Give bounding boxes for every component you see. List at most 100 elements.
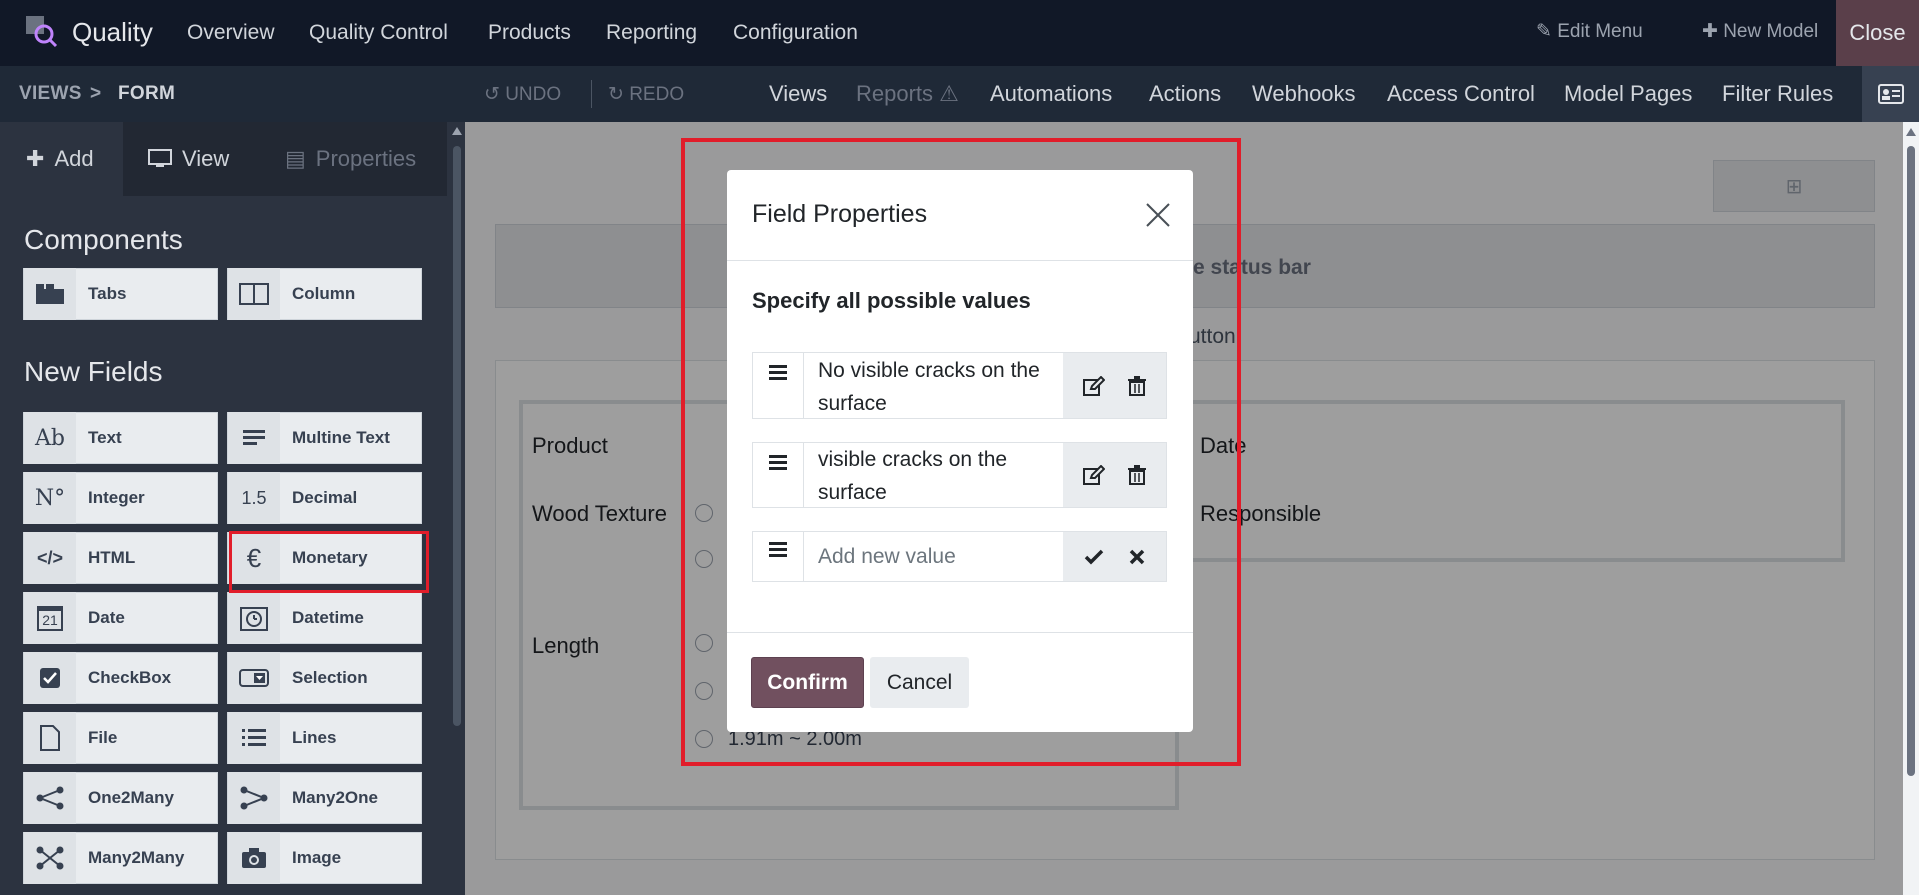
field-decimal[interactable]: 1.5 Decimal — [227, 472, 422, 524]
scroll-up-arrow-icon[interactable] — [1906, 128, 1916, 136]
sidebar-scrollbar[interactable] — [449, 122, 465, 895]
components-heading: Components — [24, 224, 183, 255]
model-info-button[interactable] — [1862, 66, 1919, 122]
field-date[interactable]: 21 Date — [23, 592, 218, 644]
field-many2one[interactable]: Many2One — [227, 772, 422, 824]
trash-icon[interactable] — [1128, 465, 1147, 485]
field-multiline-text[interactable]: Multine Text — [227, 412, 422, 464]
tab-model-pages[interactable]: Model Pages — [1564, 81, 1692, 107]
tab-automations[interactable]: Automations — [990, 81, 1112, 107]
field-image-label: Image — [292, 848, 342, 867]
field-one2many-label: One2Many — [88, 788, 174, 807]
new-value-input[interactable]: Add new value — [804, 532, 1063, 581]
column-icon — [228, 268, 280, 320]
tab-filter-rules[interactable]: Filter Rules — [1722, 81, 1833, 107]
menu-quality-control[interactable]: Quality Control — [309, 21, 448, 45]
drag-handle-icon[interactable] — [753, 353, 804, 418]
undo-button[interactable]: ↺ UNDO — [484, 83, 561, 106]
tab-views[interactable]: Views — [769, 81, 827, 107]
field-lines[interactable]: Lines — [227, 712, 422, 764]
field-selection[interactable]: Selection — [227, 652, 422, 704]
quality-app-icon[interactable] — [24, 14, 58, 48]
modal-header: Field Properties — [727, 170, 1193, 261]
field-datetime[interactable]: Datetime — [227, 592, 422, 644]
component-column[interactable]: Column — [227, 268, 422, 320]
monitor-icon — [148, 149, 172, 167]
menu-overview[interactable]: Overview — [187, 21, 275, 45]
field-text-label: Text — [88, 428, 122, 447]
edit-icon[interactable] — [1082, 465, 1105, 485]
field-one2many[interactable]: One2Many — [23, 772, 218, 824]
plus-icon: ✚ — [1702, 21, 1718, 42]
drag-handle-icon[interactable] — [753, 532, 804, 581]
redo-icon: ↻ — [608, 84, 624, 105]
sidebar-tab-properties[interactable]: ▤ Properties — [285, 122, 416, 196]
tab-webhooks[interactable]: Webhooks — [1252, 81, 1356, 107]
component-tabs[interactable]: Tabs — [23, 268, 218, 320]
text-icon: Ab — [24, 412, 76, 464]
list-icon — [228, 712, 280, 764]
warning-icon: ⚠ — [939, 81, 959, 106]
top-navbar: Quality Overview Quality Control Product… — [0, 0, 1919, 66]
component-tabs-label: Tabs — [88, 284, 127, 303]
sidebar-tab-add-label: Add — [54, 146, 94, 171]
checkbox-icon — [24, 652, 76, 704]
tabs-icon — [24, 268, 76, 320]
new-model-button[interactable]: ✚ New Model — [1702, 20, 1818, 43]
tab-reports[interactable]: Reports ⚠ — [856, 81, 959, 107]
check-icon[interactable] — [1084, 549, 1104, 565]
value-actions — [1063, 443, 1166, 507]
integer-icon: N° — [24, 472, 76, 524]
field-html[interactable]: </> HTML — [23, 532, 218, 584]
field-image[interactable]: Image — [227, 832, 422, 884]
studio-sidebar: ✚ Add View ▤ Properties Components Tabs … — [0, 122, 465, 895]
field-many2many[interactable]: Many2Many — [23, 832, 218, 884]
value-row: No visible cracks on the surface — [752, 352, 1167, 419]
sidebar-tab-view[interactable]: View — [148, 122, 229, 196]
field-checkbox[interactable]: CheckBox — [23, 652, 218, 704]
edit-icon[interactable] — [1082, 375, 1105, 396]
edit-menu-button[interactable]: ✎ Edit Menu — [1536, 20, 1643, 43]
tab-actions[interactable]: Actions — [1149, 81, 1221, 107]
one2many-icon — [24, 772, 76, 824]
cancel-button[interactable]: Cancel — [870, 657, 969, 708]
menu-configuration[interactable]: Configuration — [733, 21, 858, 45]
new-fields-heading: New Fields — [24, 356, 163, 387]
field-text[interactable]: Ab Text — [23, 412, 218, 464]
confirm-button[interactable]: Confirm — [751, 657, 864, 708]
field-integer[interactable]: N° Integer — [23, 472, 218, 524]
values-heading: Specify all possible values — [752, 288, 1031, 313]
selection-icon — [228, 652, 280, 704]
calendar-icon: 21 — [24, 592, 76, 644]
many2one-icon — [228, 772, 280, 824]
field-lines-label: Lines — [292, 728, 337, 747]
scroll-up-arrow-icon[interactable] — [452, 127, 462, 135]
new-value-row: Add new value — [752, 531, 1167, 582]
menu-products[interactable]: Products — [488, 21, 571, 45]
redo-button[interactable]: ↻ REDO — [608, 83, 684, 106]
field-datetime-label: Datetime — [292, 608, 364, 627]
close-button[interactable]: Close — [1836, 0, 1919, 66]
lines-icon — [228, 412, 280, 464]
sidebar-scrollbar-thumb[interactable] — [453, 146, 461, 726]
field-integer-label: Integer — [88, 488, 145, 507]
sidebar-tab-add[interactable]: ✚ Add — [0, 122, 123, 196]
close-icon[interactable] — [1143, 200, 1173, 230]
field-file[interactable]: File — [23, 712, 218, 764]
drag-handle-icon[interactable] — [753, 443, 804, 507]
field-checkbox-label: CheckBox — [88, 668, 172, 687]
close-icon[interactable] — [1129, 549, 1145, 565]
breadcrumb-form: FORM — [118, 83, 176, 104]
breadcrumb-views[interactable]: VIEWS — [19, 83, 82, 105]
canvas-scrollbar[interactable] — [1903, 122, 1919, 895]
id-card-icon — [1877, 84, 1904, 104]
app-title[interactable]: Quality — [72, 17, 153, 48]
redo-label: REDO — [629, 84, 685, 105]
trash-icon[interactable] — [1128, 375, 1147, 396]
selection-highlight-box — [229, 531, 429, 593]
menu-reporting[interactable]: Reporting — [606, 21, 697, 45]
properties-icon: ▤ — [285, 146, 306, 171]
field-date-label: Date — [88, 608, 125, 627]
canvas-scrollbar-thumb[interactable] — [1907, 146, 1915, 776]
tab-access-control[interactable]: Access Control — [1387, 81, 1535, 107]
